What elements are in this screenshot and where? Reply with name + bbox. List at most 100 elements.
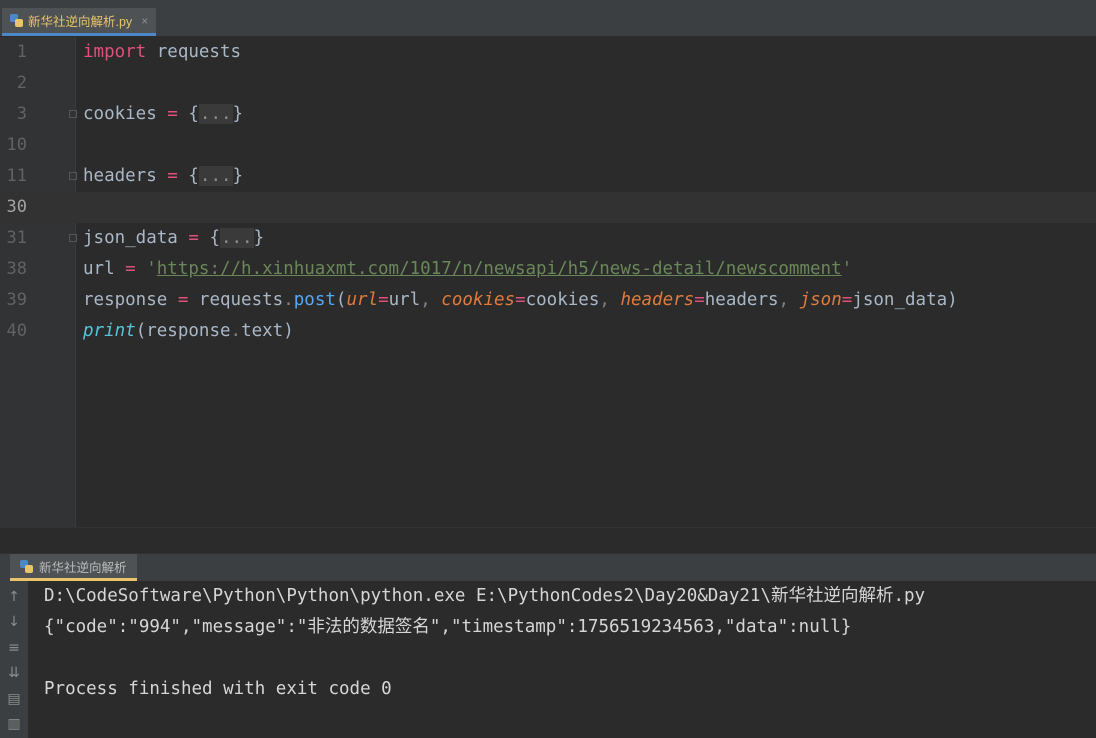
operator: =: [156, 166, 189, 186]
run-panel-header: 新华社逆向解析: [0, 553, 1096, 581]
builtin-function: print: [83, 321, 136, 341]
paren: ): [947, 290, 958, 310]
brace: }: [232, 104, 244, 124]
line-number: 2: [16, 73, 27, 93]
code-text: cookies = {...}: [83, 99, 243, 130]
comma: ,: [778, 290, 800, 310]
line-number: 39: [6, 290, 27, 310]
trash-icon[interactable]: ▥: [6, 716, 22, 732]
url-string[interactable]: https://h.xinhuaxmt.com/1017/n/newsapi/h…: [157, 259, 842, 279]
variable-name: cookies: [83, 104, 157, 124]
run-console[interactable]: ↑ ↓ ≡ ⇊ ▤ ▥ D:\CodeSoftware\Python\Pytho…: [0, 581, 1096, 738]
code-line[interactable]: 2: [0, 68, 1096, 99]
operator: =: [378, 290, 389, 310]
run-tab-label: 新华社逆向解析: [39, 560, 127, 575]
scroll-to-end-icon[interactable]: ⇊: [6, 665, 22, 681]
run-toolbar: ↑ ↓ ≡ ⇊ ▤ ▥: [0, 581, 28, 738]
code-line[interactable]: 11 headers = {...}: [0, 161, 1096, 192]
dot: .: [283, 290, 294, 310]
line-number: 30: [6, 197, 27, 217]
soft-wrap-icon[interactable]: ≡: [6, 640, 22, 656]
operator: =: [156, 104, 189, 124]
arrow-down-icon[interactable]: ↓: [6, 614, 22, 630]
line-number: 11: [6, 166, 27, 186]
console-line: Process finished with exit code 0: [44, 679, 392, 699]
code-line-current[interactable]: 30: [0, 192, 1096, 223]
print-icon[interactable]: ▤: [6, 691, 22, 707]
python-run-icon: [20, 559, 33, 573]
code-line[interactable]: 31 json_data = {...}: [0, 223, 1096, 254]
fold-icon[interactable]: [69, 234, 77, 242]
code-line[interactable]: 38 url = 'https://h.xinhuaxmt.com/1017/n…: [0, 254, 1096, 285]
module-name: requests: [198, 290, 284, 310]
module-name: requests: [146, 42, 242, 62]
code-text: url = 'https://h.xinhuaxmt.com/1017/n/ne…: [83, 254, 852, 285]
line-number: 1: [16, 42, 27, 62]
operator: =: [841, 290, 853, 310]
brace: }: [232, 166, 244, 186]
arrow-up-icon[interactable]: ↑: [6, 589, 22, 605]
variable-name: headers: [83, 166, 157, 186]
arg-value: json_data: [852, 290, 948, 310]
run-tab[interactable]: 新华社逆向解析: [10, 554, 137, 581]
operator: =: [515, 290, 526, 310]
arg-value: cookies: [525, 290, 600, 310]
arg-value: url: [388, 290, 421, 310]
param-name: url: [346, 290, 379, 310]
brace: {: [209, 228, 220, 248]
paren: (: [135, 321, 147, 341]
param-name: headers: [620, 290, 695, 310]
close-icon[interactable]: ×: [141, 14, 148, 28]
code-text: import requests: [83, 37, 241, 68]
quote: ': [146, 259, 157, 279]
brace: {: [188, 104, 199, 124]
operator: =: [114, 259, 147, 279]
variable-name: json_data: [83, 228, 178, 248]
folded-region[interactable]: ...: [198, 166, 233, 186]
dot: .: [230, 321, 242, 341]
attribute-name: text: [241, 321, 284, 341]
line-number: 38: [6, 259, 27, 279]
editor-tab-bar: 新华社逆向解析.py ×: [0, 8, 1096, 37]
console-line: {"code":"994","message":"非法的数据签名","times…: [44, 617, 852, 637]
code-line[interactable]: 10: [0, 130, 1096, 161]
code-text: response = requests.post(url=url, cookie…: [83, 285, 958, 316]
title-strip: [0, 0, 1096, 8]
line-number: 40: [6, 321, 27, 341]
fold-icon[interactable]: [69, 110, 77, 118]
brace: {: [188, 166, 199, 186]
comma: ,: [599, 290, 621, 310]
console-line: D:\CodeSoftware\Python\Python\python.exe…: [44, 586, 926, 606]
function-name: post: [293, 290, 336, 310]
code-line[interactable]: 1 import requests: [0, 37, 1096, 68]
keyword-import: import: [83, 42, 147, 62]
paren: ): [283, 321, 294, 341]
operator: =: [694, 290, 705, 310]
line-number: 31: [6, 228, 27, 248]
python-file-icon: [10, 14, 23, 27]
param-name: cookies: [441, 290, 516, 310]
code-text: json_data = {...}: [83, 223, 264, 254]
code-line[interactable]: 40 print(response.text): [0, 316, 1096, 347]
variable-name: response: [83, 290, 168, 310]
editor-tab-active[interactable]: 新华社逆向解析.py ×: [2, 8, 157, 36]
paren: (: [335, 290, 347, 310]
editor-tab-label: 新华社逆向解析.py: [28, 15, 133, 29]
brace: }: [253, 228, 265, 248]
operator: =: [177, 228, 210, 248]
code-line[interactable]: 3 cookies = {...}: [0, 99, 1096, 130]
code-text: print(response.text): [83, 316, 294, 347]
variable-name: response: [146, 321, 231, 341]
line-number: 3: [16, 104, 27, 124]
code-text: headers = {...}: [83, 161, 243, 192]
code-line[interactable]: 39 response = requests.post(url=url, coo…: [0, 285, 1096, 316]
folded-region[interactable]: ...: [198, 104, 233, 124]
code-editor[interactable]: 1 import requests 2 3 cookies = {...} 10…: [0, 37, 1096, 527]
fold-icon[interactable]: [69, 172, 77, 180]
operator: =: [167, 290, 199, 310]
horizontal-scrollbar[interactable]: [0, 527, 1096, 553]
param-name: json: [799, 290, 842, 310]
quote: ': [841, 259, 853, 279]
comma: ,: [420, 290, 442, 310]
folded-region[interactable]: ...: [219, 228, 254, 248]
